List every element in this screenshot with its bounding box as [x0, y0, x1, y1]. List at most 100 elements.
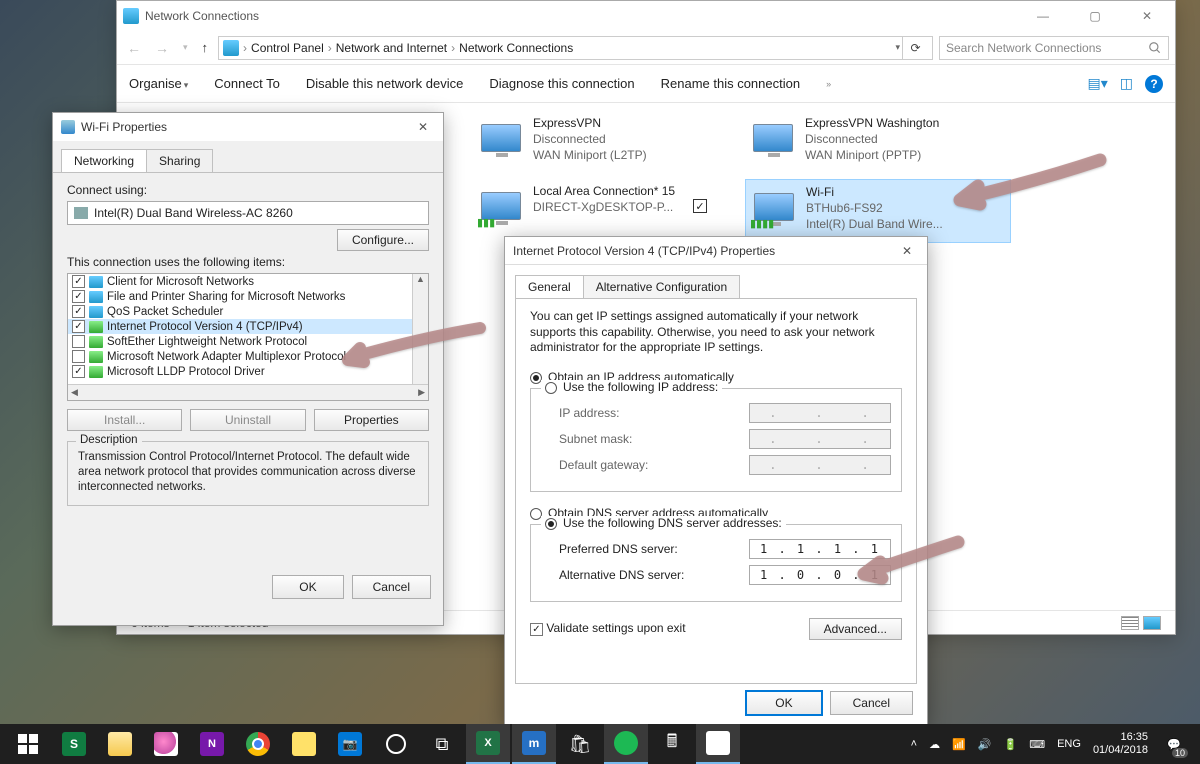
- taskbar-task-view[interactable]: ⧉: [420, 724, 464, 764]
- nav-up-icon[interactable]: ↑: [198, 38, 213, 57]
- protocol-item[interactable]: ✓Client for Microsoft Networks: [68, 274, 428, 289]
- tab-alt-config[interactable]: Alternative Configuration: [583, 275, 740, 298]
- dialog-title-bar[interactable]: Internet Protocol Version 4 (TCP/IPv4) P…: [505, 237, 927, 265]
- protocol-item[interactable]: ✓QoS Packet Scheduler: [68, 304, 428, 319]
- preferred-dns-input[interactable]: 1 . 1 . 1 . 1: [749, 539, 891, 559]
- adapter-field[interactable]: Intel(R) Dual Band Wireless-AC 8260: [67, 201, 429, 225]
- protocol-item[interactable]: ✓ Microsoft LLDP Protocol Driver: [68, 364, 428, 379]
- protocol-item[interactable]: SoftEther Lightweight Network Protocol: [68, 334, 428, 349]
- action-center-icon[interactable]: 💬10: [1160, 730, 1188, 758]
- organise-menu[interactable]: Organise▾: [129, 76, 188, 91]
- connection-item-expressvpn[interactable]: ExpressVPN Disconnected WAN Miniport (L2…: [473, 111, 739, 175]
- dialog-title-bar[interactable]: Wi-Fi Properties ✕: [53, 113, 443, 141]
- view-details-icon[interactable]: [1121, 616, 1139, 630]
- ok-button[interactable]: OK: [272, 575, 343, 599]
- scrollbar-v[interactable]: ▲: [412, 274, 428, 386]
- checkbox[interactable]: ✓: [72, 365, 85, 378]
- view-large-icon[interactable]: [1143, 616, 1161, 630]
- taskbar-cortana[interactable]: [374, 724, 418, 764]
- maximize-button[interactable]: ▢: [1073, 1, 1117, 31]
- scrollbar-h[interactable]: ◀▶: [68, 384, 428, 400]
- tray-expand-icon[interactable]: ˄: [911, 738, 917, 750]
- alternative-dns-input[interactable]: 1 . 0 . 0 . 1: [749, 565, 891, 585]
- taskbar-camera[interactable]: 📷: [328, 724, 372, 764]
- protocol-item[interactable]: ✓Internet Protocol Version 4 (TCP/IPv4): [68, 319, 428, 334]
- advanced-button[interactable]: Advanced...: [809, 618, 902, 640]
- tab-networking[interactable]: Networking: [61, 149, 147, 172]
- minimize-button[interactable]: —: [1021, 1, 1065, 31]
- protocol-label: Microsoft LLDP Protocol Driver: [107, 366, 265, 378]
- taskbar-calculator[interactable]: 🖩: [650, 724, 694, 764]
- nav-recent-icon[interactable]: ▾: [179, 40, 192, 55]
- connection-name: ExpressVPN Washington: [805, 115, 939, 131]
- radio-use-dns[interactable]: [545, 518, 557, 530]
- disable-device-button[interactable]: Disable this network device: [306, 76, 464, 91]
- taskbar-browser[interactable]: m: [512, 724, 556, 764]
- breadcrumb-segment[interactable]: Network and Internet: [336, 41, 447, 55]
- taskbar-store[interactable]: 🛍: [558, 724, 602, 764]
- protocol-item[interactable]: Microsoft Network Adapter Multiplexor Pr…: [68, 349, 428, 364]
- help-icon[interactable]: ?: [1145, 75, 1163, 93]
- taskbar[interactable]: S N 📷 ⧉ X m 🛍 🖩 ˄ ☁ 📶 🔊 🔋 ⌨ ENG 16:35 01…: [0, 724, 1200, 764]
- refresh-icon[interactable]: ⟳: [902, 36, 928, 60]
- breadcrumb-segment[interactable]: Network Connections: [459, 41, 573, 55]
- close-button[interactable]: ✕: [411, 117, 435, 137]
- connection-item-expressvpn-washington[interactable]: ExpressVPN Washington Disconnected WAN M…: [745, 111, 1011, 175]
- connect-to-button[interactable]: Connect To: [214, 76, 280, 91]
- search-input[interactable]: Search Network Connections: [939, 36, 1169, 60]
- close-button[interactable]: ✕: [895, 241, 919, 261]
- checkbox[interactable]: ✓: [72, 305, 85, 318]
- nav-forward-icon[interactable]: →: [151, 38, 173, 58]
- checkbox[interactable]: [72, 350, 85, 363]
- task-view-icon: ⧉: [436, 734, 449, 755]
- breadcrumb[interactable]: › Control Panel › Network and Internet ›…: [218, 36, 933, 60]
- ok-button[interactable]: OK: [746, 691, 821, 715]
- taskbar-paint[interactable]: [144, 724, 188, 764]
- connection-item-wifi[interactable]: ▮▮▮▮ Wi-Fi BTHub6-FS92 Intel(R) Dual Ban…: [745, 179, 1011, 243]
- tab-general[interactable]: General: [515, 275, 584, 298]
- keyboard-icon[interactable]: ⌨: [1029, 738, 1045, 751]
- volume-icon[interactable]: 🔊: [978, 738, 992, 751]
- wifi-icon: [61, 120, 75, 134]
- language-indicator[interactable]: ENG: [1057, 738, 1081, 750]
- taskbar-chrome[interactable]: [236, 724, 280, 764]
- cancel-button[interactable]: Cancel: [352, 575, 431, 599]
- properties-button[interactable]: Properties: [314, 409, 429, 431]
- cancel-button[interactable]: Cancel: [830, 691, 913, 715]
- configure-button[interactable]: Configure...: [337, 229, 429, 251]
- install-button[interactable]: Install...: [67, 409, 182, 431]
- wifi-icon[interactable]: 📶: [952, 738, 966, 751]
- preview-pane-icon[interactable]: ◫: [1120, 75, 1133, 92]
- system-tray[interactable]: ˄ ☁ 📶 🔊 🔋 ⌨ ENG 16:35 01/04/2018 💬10: [911, 730, 1194, 758]
- checkbox[interactable]: ✓: [72, 290, 85, 303]
- tab-sharing[interactable]: Sharing: [146, 149, 213, 172]
- onedrive-icon[interactable]: ☁: [929, 738, 940, 751]
- taskbar-spotify[interactable]: [604, 724, 648, 764]
- checkbox[interactable]: ✓: [72, 320, 85, 333]
- close-button[interactable]: ✕: [1125, 1, 1169, 31]
- taskbar-settings-window[interactable]: [696, 724, 740, 764]
- diagnose-button[interactable]: Diagnose this connection: [489, 76, 634, 91]
- start-button[interactable]: [6, 724, 50, 764]
- radio-use-ip[interactable]: [545, 382, 557, 394]
- taskbar-sticky-notes[interactable]: [282, 724, 326, 764]
- nav-back-icon[interactable]: ←: [123, 38, 145, 58]
- battery-icon[interactable]: 🔋: [1004, 738, 1018, 751]
- validate-checkbox[interactable]: ✓ Validate settings upon exit: [530, 621, 686, 636]
- title-bar[interactable]: Network Connections — ▢ ✕: [117, 1, 1175, 31]
- rename-button[interactable]: Rename this connection: [661, 76, 800, 91]
- checkbox[interactable]: [72, 335, 85, 348]
- ip-address-label: IP address:: [559, 406, 619, 420]
- uninstall-button[interactable]: Uninstall: [190, 409, 305, 431]
- view-options-icon[interactable]: ▤▾: [1088, 75, 1108, 92]
- protocol-item[interactable]: ✓File and Printer Sharing for Microsoft …: [68, 289, 428, 304]
- checkbox[interactable]: ✓: [72, 275, 85, 288]
- taskbar-file-explorer[interactable]: [98, 724, 142, 764]
- more-menu-icon[interactable]: »: [826, 79, 831, 89]
- breadcrumb-segment[interactable]: Control Panel: [251, 41, 324, 55]
- taskbar-excel[interactable]: X: [466, 724, 510, 764]
- protocol-list[interactable]: ✓Client for Microsoft Networks✓File and …: [67, 273, 429, 401]
- clock[interactable]: 16:35 01/04/2018: [1093, 731, 1148, 756]
- taskbar-app[interactable]: S: [52, 724, 96, 764]
- taskbar-onenote[interactable]: N: [190, 724, 234, 764]
